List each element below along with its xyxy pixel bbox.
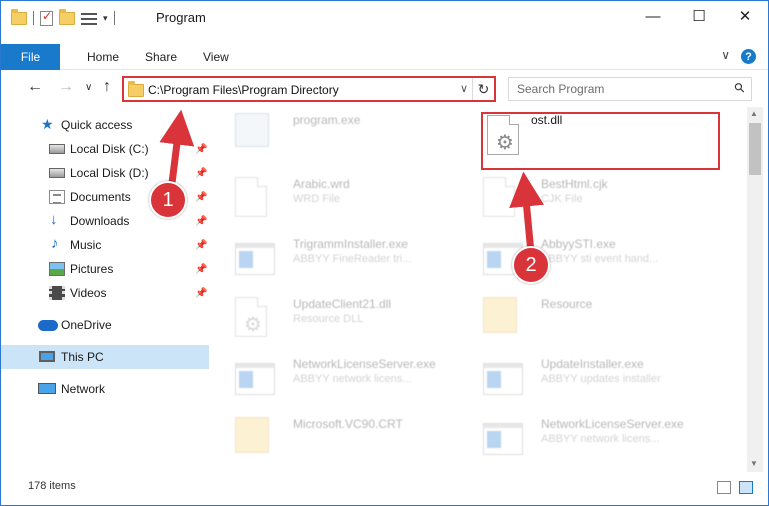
scroll-down-icon[interactable]: ▼	[750, 459, 758, 468]
item-count: 178 items	[28, 480, 76, 492]
scroll-up-icon[interactable]: ▲	[750, 109, 758, 118]
scrollbar-thumb[interactable]	[749, 123, 761, 175]
details-view-icon[interactable]	[717, 481, 731, 494]
status-bar: 178 items	[1, 477, 768, 499]
vertical-scrollbar[interactable]: ▲ ▼	[747, 107, 763, 472]
explorer-window: ▾ Program — ☐ ✕ File Home Share View ∨ ?…	[0, 0, 769, 506]
annotation-arrows	[159, 109, 545, 258]
callout-step-1: 1	[149, 181, 187, 219]
large-icons-view-icon[interactable]	[739, 481, 753, 494]
callout-step-2: 2	[512, 246, 550, 284]
